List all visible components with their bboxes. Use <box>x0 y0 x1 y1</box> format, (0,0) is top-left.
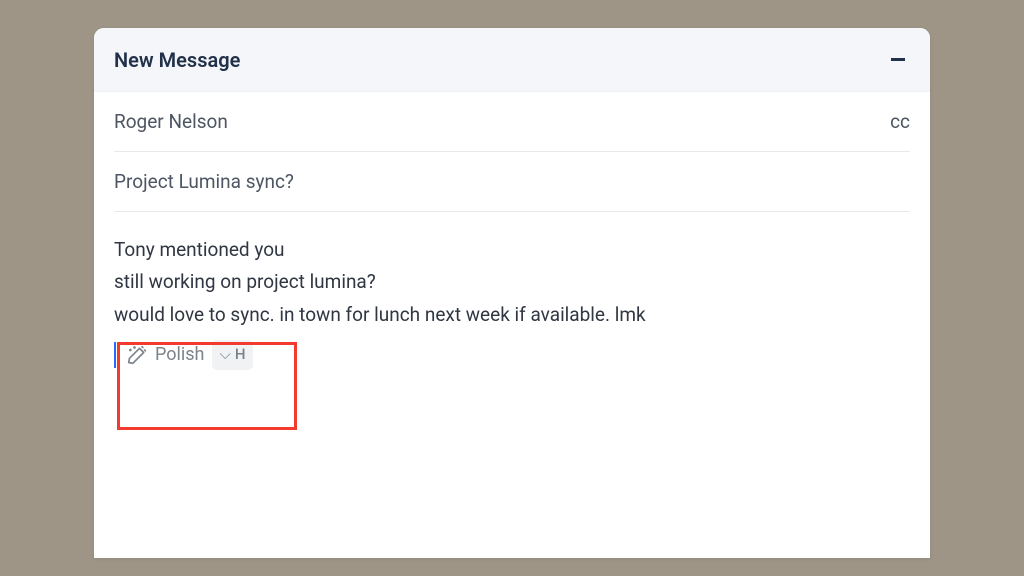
body-line: Tony mentioned you <box>114 234 910 266</box>
minimize-icon <box>891 58 905 61</box>
compose-window: New Message Roger Nelson cc Project Lumi… <box>94 28 930 558</box>
recipient-row[interactable]: Roger Nelson cc <box>114 92 910 152</box>
recipient-value: Roger Nelson <box>114 110 890 133</box>
magic-wand-icon <box>127 345 147 365</box>
subject-value: Project Lumina sync? <box>114 170 910 193</box>
cc-button[interactable]: cc <box>890 110 910 133</box>
inline-suggestion-row: Polish ⌵ H <box>114 337 910 374</box>
window-title: New Message <box>114 48 888 72</box>
titlebar: New Message <box>94 28 930 92</box>
polish-suggestion-button[interactable]: Polish ⌵ H <box>124 337 260 374</box>
body-line: still working on project lumina? <box>114 266 910 298</box>
subject-row[interactable]: Project Lumina sync? <box>114 152 910 212</box>
shortcut-modifier: ⌵ <box>219 342 230 368</box>
message-body[interactable]: Tony mentioned you still working on proj… <box>94 212 930 373</box>
minimize-button[interactable] <box>888 50 908 70</box>
text-cursor <box>114 342 116 368</box>
header-fields: Roger Nelson cc Project Lumina sync? <box>94 92 930 212</box>
suggestion-label: Polish <box>155 340 204 371</box>
keyboard-shortcut-badge: ⌵ H <box>212 340 252 370</box>
shortcut-key: H <box>235 342 246 368</box>
body-line: would love to sync. in town for lunch ne… <box>114 299 910 331</box>
